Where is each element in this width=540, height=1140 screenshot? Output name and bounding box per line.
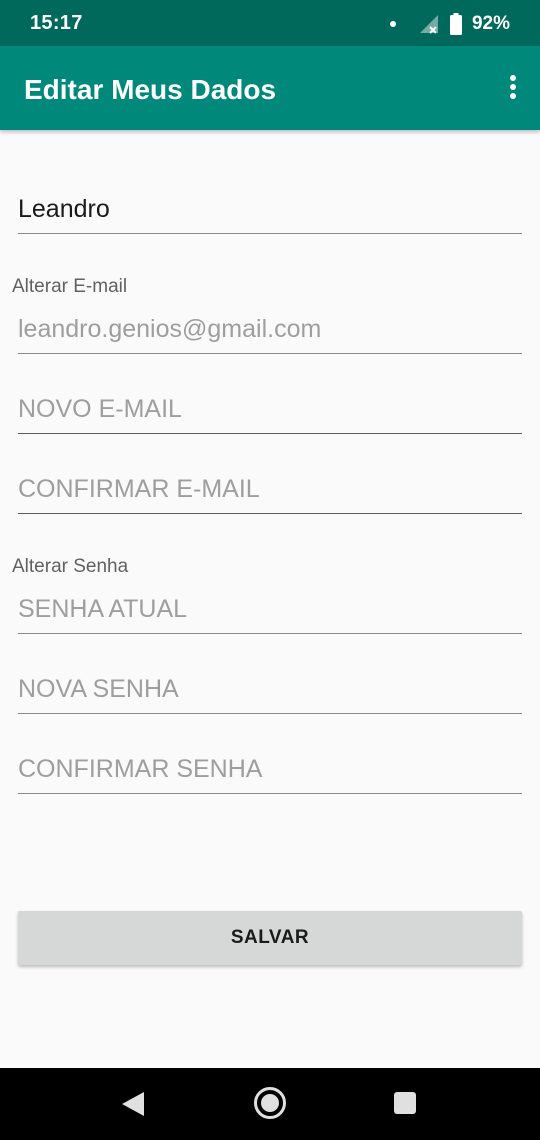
confirm-password-field-container <box>18 746 522 794</box>
status-icons: 92% <box>389 12 510 36</box>
page-title: Editar Meus Dados <box>24 74 277 105</box>
battery-icon <box>449 13 462 35</box>
menu-dot <box>510 84 516 90</box>
current-password-field-container <box>18 586 522 634</box>
home-icon[interactable] <box>254 1087 286 1119</box>
current-email-field-container <box>18 306 522 354</box>
navigation-bar <box>0 1068 540 1140</box>
status-time: 15:17 <box>30 12 83 34</box>
signal-icon <box>419 15 438 34</box>
current-email-input[interactable] <box>18 306 522 353</box>
confirm-email-input[interactable] <box>18 466 522 513</box>
new-email-input[interactable] <box>18 386 522 433</box>
current-password-input[interactable] <box>18 586 522 633</box>
password-section-label: Alterar Senha <box>12 556 129 577</box>
app-bar: Editar Meus Dados <box>0 46 540 130</box>
status-bar: 15:17 92% <box>0 0 540 46</box>
back-icon[interactable] <box>122 1092 144 1116</box>
menu-dot <box>510 75 516 81</box>
recent-apps-icon[interactable] <box>394 1092 416 1114</box>
name-input[interactable] <box>18 186 522 233</box>
new-password-field-container <box>18 666 522 714</box>
menu-dot <box>510 93 516 99</box>
confirm-password-input[interactable] <box>18 746 522 793</box>
new-password-input[interactable] <box>18 666 522 713</box>
email-section-label: Alterar E-mail <box>12 276 128 297</box>
save-button[interactable]: SALVAR <box>18 911 522 965</box>
more-vert-icon[interactable] <box>506 72 520 102</box>
name-field-container <box>18 186 522 234</box>
notification-dot-icon <box>389 21 396 27</box>
confirm-email-field-container <box>18 466 522 514</box>
new-email-field-container <box>18 386 522 434</box>
battery-percent: 92% <box>471 13 510 34</box>
